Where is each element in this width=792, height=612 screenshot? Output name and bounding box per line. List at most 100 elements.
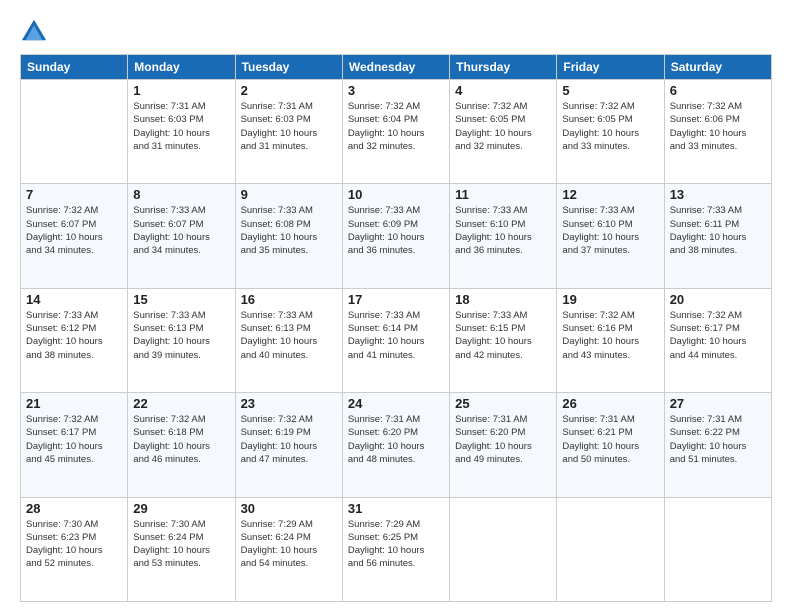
day-number: 9 (241, 187, 337, 202)
calendar-day-cell: 7Sunrise: 7:32 AM Sunset: 6:07 PM Daylig… (21, 184, 128, 288)
calendar-day-cell: 1 Sunrise: 7:31 AM Sunset: 6:03 PM Daylig… (128, 80, 235, 184)
calendar-day-cell: 21 Sunrise: 7:32 AM Sunset: 6:17 PM Dayli… (21, 393, 128, 497)
day-info: Sunrise: 7:31 AM Sunset: 6:20 PM Dayligh… (455, 413, 551, 466)
day-number: 7 (26, 187, 122, 202)
day-number: 20 (670, 292, 766, 307)
calendar-day-cell: 9 Sunrise: 7:33 AM Sunset: 6:08 PM Daylig… (235, 184, 342, 288)
day-number: 3 (348, 83, 444, 98)
day-info: Sunrise: 7:31 AM Sunset: 6:03 PM Dayligh… (133, 100, 229, 153)
calendar-day-cell: 18 Sunrise: 7:33 AM Sunset: 6:15 PM Dayli… (450, 288, 557, 392)
calendar-body: 1 Sunrise: 7:31 AM Sunset: 6:03 PM Daylig… (21, 80, 772, 602)
calendar-day-cell: 11 Sunrise: 7:33 AM Sunset: 6:10 PM Dayli… (450, 184, 557, 288)
calendar-day-cell: 20 Sunrise: 7:32 AM Sunset: 6:17 PM Dayli… (664, 288, 771, 392)
page: SundayMondayTuesdayWednesdayThursdayFrid… (0, 0, 792, 612)
calendar-table: SundayMondayTuesdayWednesdayThursdayFrid… (20, 54, 772, 602)
calendar-day-cell: 22 Sunrise: 7:32 AM Sunset: 6:18 PM Dayli… (128, 393, 235, 497)
calendar-day-cell: 31 Sunrise: 7:29 AM Sunset: 6:25 PM Dayli… (342, 497, 449, 601)
day-number: 10 (348, 187, 444, 202)
weekday-header-cell: Monday (128, 55, 235, 80)
day-number: 12 (562, 187, 658, 202)
calendar-day-cell: 19 Sunrise: 7:32 AM Sunset: 6:16 PM Dayli… (557, 288, 664, 392)
weekday-header-cell: Saturday (664, 55, 771, 80)
day-info: Sunrise: 7:32 AM Sunset: 6:17 PM Dayligh… (26, 413, 122, 466)
day-info: Sunrise: 7:33 AM Sunset: 6:08 PM Dayligh… (241, 204, 337, 257)
day-info: Sunrise: 7:31 AM Sunset: 6:22 PM Dayligh… (670, 413, 766, 466)
day-info: Sunrise: 7:30 AM Sunset: 6:24 PM Dayligh… (133, 518, 229, 571)
calendar-day-cell: 27Sunrise: 7:31 AM Sunset: 6:22 PM Dayli… (664, 393, 771, 497)
calendar-day-cell: 8 Sunrise: 7:33 AM Sunset: 6:07 PM Daylig… (128, 184, 235, 288)
calendar-day-cell (664, 497, 771, 601)
day-number: 23 (241, 396, 337, 411)
logo (20, 16, 52, 44)
day-number: 2 (241, 83, 337, 98)
weekday-header-cell: Thursday (450, 55, 557, 80)
calendar-day-cell: 2Sunrise: 7:31 AM Sunset: 6:03 PM Daylig… (235, 80, 342, 184)
calendar-day-cell: 12Sunrise: 7:33 AM Sunset: 6:10 PM Dayli… (557, 184, 664, 288)
calendar-day-cell (450, 497, 557, 601)
calendar-day-cell: 14Sunrise: 7:33 AM Sunset: 6:12 PM Dayli… (21, 288, 128, 392)
day-info: Sunrise: 7:33 AM Sunset: 6:12 PM Dayligh… (26, 309, 122, 362)
calendar-day-cell (557, 497, 664, 601)
day-number: 22 (133, 396, 229, 411)
calendar-day-cell: 10 Sunrise: 7:33 AM Sunset: 6:09 PM Dayli… (342, 184, 449, 288)
day-number: 5 (562, 83, 658, 98)
weekday-header-cell: Tuesday (235, 55, 342, 80)
day-info: Sunrise: 7:29 AM Sunset: 6:24 PM Dayligh… (241, 518, 337, 571)
header (20, 16, 772, 44)
day-info: Sunrise: 7:32 AM Sunset: 6:16 PM Dayligh… (562, 309, 658, 362)
calendar-week-row: 1 Sunrise: 7:31 AM Sunset: 6:03 PM Daylig… (21, 80, 772, 184)
day-number: 31 (348, 501, 444, 516)
calendar-week-row: 28Sunrise: 7:30 AM Sunset: 6:23 PM Dayli… (21, 497, 772, 601)
day-info: Sunrise: 7:29 AM Sunset: 6:25 PM Dayligh… (348, 518, 444, 571)
day-info: Sunrise: 7:31 AM Sunset: 6:20 PM Dayligh… (348, 413, 444, 466)
day-number: 6 (670, 83, 766, 98)
weekday-header-cell: Sunday (21, 55, 128, 80)
weekday-header-row: SundayMondayTuesdayWednesdayThursdayFrid… (21, 55, 772, 80)
day-info: Sunrise: 7:32 AM Sunset: 6:05 PM Dayligh… (455, 100, 551, 153)
day-info: Sunrise: 7:33 AM Sunset: 6:13 PM Dayligh… (133, 309, 229, 362)
day-info: Sunrise: 7:32 AM Sunset: 6:17 PM Dayligh… (670, 309, 766, 362)
day-number: 26 (562, 396, 658, 411)
weekday-header-cell: Friday (557, 55, 664, 80)
calendar-day-cell: 15Sunrise: 7:33 AM Sunset: 6:13 PM Dayli… (128, 288, 235, 392)
day-number: 29 (133, 501, 229, 516)
calendar-day-cell: 28Sunrise: 7:30 AM Sunset: 6:23 PM Dayli… (21, 497, 128, 601)
day-info: Sunrise: 7:32 AM Sunset: 6:06 PM Dayligh… (670, 100, 766, 153)
calendar-week-row: 14Sunrise: 7:33 AM Sunset: 6:12 PM Dayli… (21, 288, 772, 392)
calendar-day-cell: 16 Sunrise: 7:33 AM Sunset: 6:13 PM Dayli… (235, 288, 342, 392)
day-number: 25 (455, 396, 551, 411)
day-info: Sunrise: 7:32 AM Sunset: 6:18 PM Dayligh… (133, 413, 229, 466)
day-number: 21 (26, 396, 122, 411)
day-number: 4 (455, 83, 551, 98)
day-number: 13 (670, 187, 766, 202)
day-number: 8 (133, 187, 229, 202)
day-number: 30 (241, 501, 337, 516)
calendar-day-cell: 30 Sunrise: 7:29 AM Sunset: 6:24 PM Dayli… (235, 497, 342, 601)
day-info: Sunrise: 7:33 AM Sunset: 6:09 PM Dayligh… (348, 204, 444, 257)
calendar-week-row: 7Sunrise: 7:32 AM Sunset: 6:07 PM Daylig… (21, 184, 772, 288)
day-number: 16 (241, 292, 337, 307)
calendar-day-cell: 23 Sunrise: 7:32 AM Sunset: 6:19 PM Dayli… (235, 393, 342, 497)
day-info: Sunrise: 7:33 AM Sunset: 6:10 PM Dayligh… (455, 204, 551, 257)
day-info: Sunrise: 7:32 AM Sunset: 6:19 PM Dayligh… (241, 413, 337, 466)
day-info: Sunrise: 7:33 AM Sunset: 6:11 PM Dayligh… (670, 204, 766, 257)
day-info: Sunrise: 7:32 AM Sunset: 6:05 PM Dayligh… (562, 100, 658, 153)
calendar-day-cell: 24 Sunrise: 7:31 AM Sunset: 6:20 PM Dayli… (342, 393, 449, 497)
day-number: 24 (348, 396, 444, 411)
day-info: Sunrise: 7:31 AM Sunset: 6:21 PM Dayligh… (562, 413, 658, 466)
day-info: Sunrise: 7:33 AM Sunset: 6:15 PM Dayligh… (455, 309, 551, 362)
calendar-day-cell: 13 Sunrise: 7:33 AM Sunset: 6:11 PM Dayli… (664, 184, 771, 288)
calendar-day-cell: 6 Sunrise: 7:32 AM Sunset: 6:06 PM Daylig… (664, 80, 771, 184)
day-number: 1 (133, 83, 229, 98)
day-info: Sunrise: 7:33 AM Sunset: 6:13 PM Dayligh… (241, 309, 337, 362)
day-info: Sunrise: 7:32 AM Sunset: 6:04 PM Dayligh… (348, 100, 444, 153)
day-info: Sunrise: 7:33 AM Sunset: 6:07 PM Dayligh… (133, 204, 229, 257)
day-info: Sunrise: 7:30 AM Sunset: 6:23 PM Dayligh… (26, 518, 122, 571)
day-info: Sunrise: 7:33 AM Sunset: 6:14 PM Dayligh… (348, 309, 444, 362)
day-number: 18 (455, 292, 551, 307)
calendar-day-cell: 25 Sunrise: 7:31 AM Sunset: 6:20 PM Dayli… (450, 393, 557, 497)
day-number: 19 (562, 292, 658, 307)
day-number: 11 (455, 187, 551, 202)
calendar-day-cell: 3 Sunrise: 7:32 AM Sunset: 6:04 PM Daylig… (342, 80, 449, 184)
weekday-header-cell: Wednesday (342, 55, 449, 80)
